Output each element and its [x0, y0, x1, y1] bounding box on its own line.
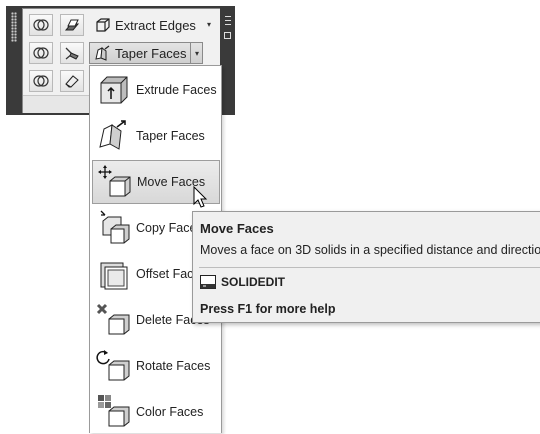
union-icon — [33, 19, 49, 31]
delete-faces-icon — [95, 301, 133, 339]
menu-item-label: Extrude Faces — [136, 83, 217, 97]
taper-faces-label: Taper Faces — [115, 45, 187, 61]
menu-item-label: Taper Faces — [136, 129, 205, 143]
offset-faces-icon — [95, 255, 133, 293]
face-edit-dropdown-arrow[interactable]: ▾ — [190, 43, 203, 63]
extract-faces-button[interactable] — [60, 14, 84, 36]
tooltip-description: Moves a face on 3D solids in a specified… — [200, 243, 540, 257]
clean-button[interactable] — [60, 70, 84, 92]
menu-item-taper-faces[interactable]: Taper Faces — [92, 114, 220, 158]
menu-item-extrude-faces[interactable]: Extrude Faces — [92, 68, 220, 112]
move-faces-icon — [96, 163, 134, 201]
panel-grip[interactable] — [6, 6, 22, 115]
menu-item-color-faces[interactable]: Color Faces — [92, 390, 220, 434]
tooltip-help-hint: Press F1 for more help — [200, 302, 336, 316]
clean-eraser-icon — [65, 75, 79, 88]
taper-faces-split-button[interactable]: Taper Faces ▾ — [89, 42, 203, 64]
slice-button[interactable] — [60, 42, 84, 64]
extract-edges-dropdown-arrow[interactable]: ▾ — [203, 14, 215, 34]
tooltip-title: Move Faces — [200, 221, 274, 236]
subtract-button[interactable] — [29, 42, 53, 64]
taper-faces-small-icon — [95, 44, 110, 61]
intersect-button[interactable] — [29, 70, 53, 92]
extract-edges-label: Extract Edges — [115, 17, 196, 33]
tooltip-command-name: SOLIDEDIT — [221, 275, 286, 289]
color-faces-icon — [95, 393, 133, 431]
menu-item-rotate-faces[interactable]: Rotate Faces — [92, 344, 220, 388]
intersect-icon — [33, 75, 49, 87]
subtract-icon — [33, 47, 49, 59]
panel-side-strip — [220, 6, 235, 115]
menu-item-label: Color Faces — [136, 405, 204, 419]
extract-edges-icon — [96, 18, 110, 32]
menu-item-label: Rotate Faces — [136, 359, 211, 373]
tooltip-command: SOLIDEDIT — [200, 275, 285, 289]
pin-icon[interactable] — [224, 32, 231, 39]
mouse-pointer-icon — [193, 186, 208, 208]
union-button[interactable] — [29, 14, 53, 36]
slice-icon — [65, 47, 79, 60]
extrude-faces-icon — [95, 71, 133, 109]
taper-faces-icon — [95, 117, 133, 155]
tooltip-separator — [199, 267, 540, 268]
command-tooltip: Move Faces Moves a face on 3D solids in … — [192, 211, 540, 323]
extract-edges-button[interactable]: Extract Edges ▾ — [91, 14, 217, 36]
command-line-icon — [200, 275, 216, 289]
copy-faces-icon — [95, 209, 133, 247]
rotate-faces-icon — [95, 347, 133, 385]
extract-faces-icon — [64, 19, 80, 31]
